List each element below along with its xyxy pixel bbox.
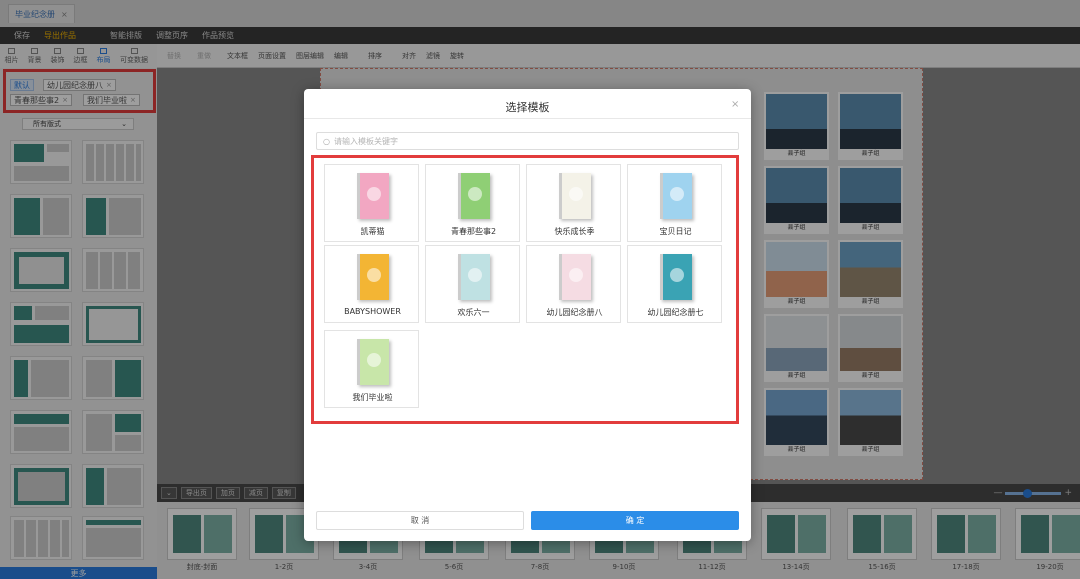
template-card[interactable]: 幼儿园纪念册八 (526, 245, 621, 323)
select-template-dialog: 选择模板 × ○ 凯蒂猫 青春那些事2 快乐成长季 宝贝日记 BABYSHOWER 欢乐六… (304, 89, 751, 541)
template-card[interactable]: 凯蒂猫 (324, 164, 419, 242)
template-name: 欢乐六一 (457, 308, 490, 317)
confirm-button[interactable]: 确 定 (531, 511, 739, 530)
template-card[interactable]: BABYSHOWER (324, 245, 419, 323)
template-grid: 凯蒂猫 青春那些事2 快乐成长季 宝贝日记 BABYSHOWER 欢乐六一 幼儿园纪念册八 幼… (311, 155, 739, 424)
template-cover (660, 173, 692, 219)
cancel-button[interactable]: 取 消 (316, 511, 524, 530)
template-card[interactable]: 欢乐六一 (425, 245, 520, 323)
template-name: 幼儿园纪念册八 (546, 308, 603, 317)
template-card[interactable]: 宝贝日记 (627, 164, 722, 242)
template-card[interactable]: 幼儿园纪念册七 (627, 245, 722, 323)
dialog-title: 选择模板 (505, 101, 550, 114)
template-search-box: ○ (316, 132, 739, 150)
close-icon[interactable]: × (731, 99, 739, 110)
template-name: 快乐成长季 (554, 227, 595, 236)
template-cover (458, 173, 490, 219)
template-cover (559, 254, 591, 300)
template-name: BABYSHOWER (344, 307, 401, 316)
template-cover (559, 173, 591, 219)
template-name: 宝贝日记 (659, 227, 692, 236)
template-cover (458, 254, 490, 300)
divider (304, 118, 751, 119)
template-name: 我们毕业啦 (352, 393, 393, 402)
template-cover (660, 254, 692, 300)
template-card[interactable]: 青春那些事2 (425, 164, 520, 242)
search-icon: ○ (323, 136, 330, 146)
template-name: 幼儿园纪念册七 (647, 308, 704, 317)
template-name: 青春那些事2 (450, 227, 497, 236)
template-cover (357, 254, 389, 300)
template-search-input[interactable] (333, 136, 714, 146)
template-card[interactable]: 快乐成长季 (526, 164, 621, 242)
template-cover (357, 339, 389, 385)
template-name: 凯蒂猫 (360, 227, 385, 236)
template-cover (357, 173, 389, 219)
template-card[interactable]: 我们毕业啦 (324, 330, 419, 408)
